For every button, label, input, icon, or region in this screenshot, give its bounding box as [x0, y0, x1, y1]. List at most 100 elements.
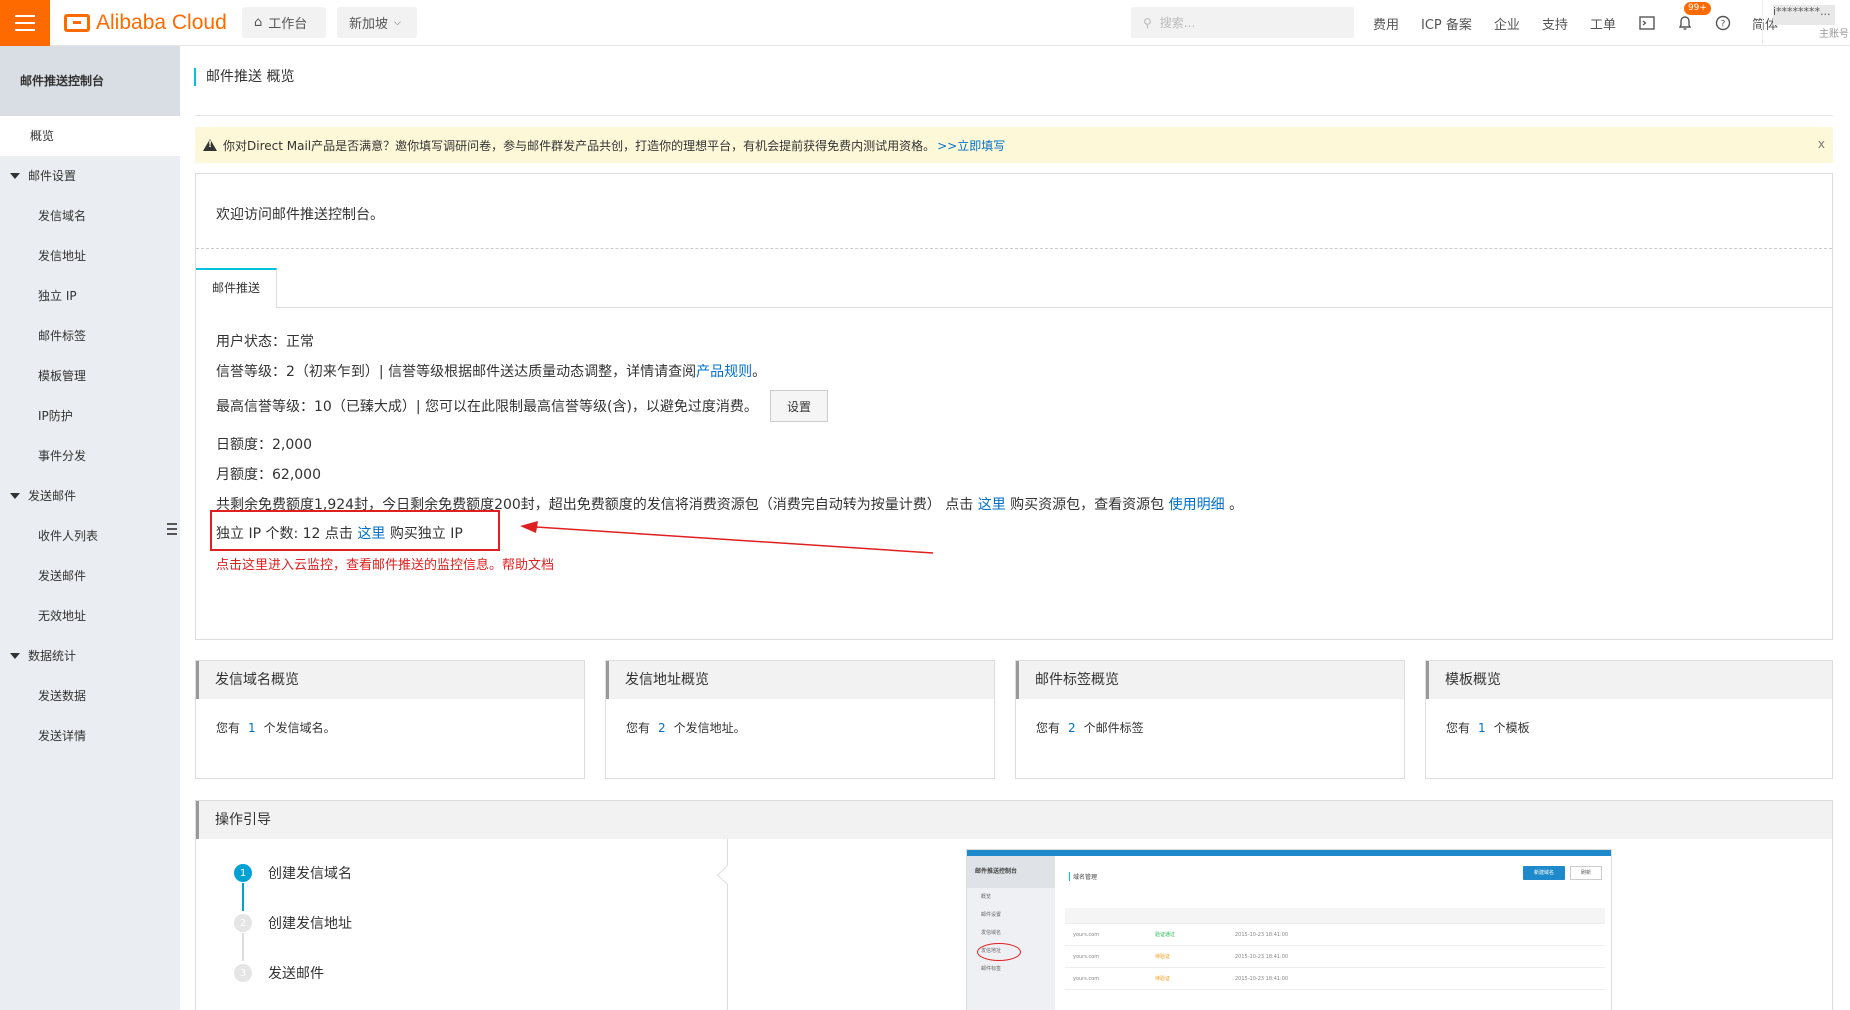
brand-name: Alibaba Cloud — [96, 11, 227, 34]
sidebar-title: 邮件推送控制台 — [0, 46, 180, 116]
top-bar: Alibaba Cloud ⌂ 工作台 新加坡 ⌵ ⚲ 搜索... 费用 ICP… — [0, 0, 1850, 46]
user-menu[interactable]: i********... 主账号 — [1762, 0, 1850, 46]
mini-cell-time: 2015-10-23 18:41:00 — [1235, 931, 1289, 938]
max-reputation-level: 最高信誉等级：10（已臻大成）| 您可以在此限制最高信誉等级(含)，以避免过度消… — [216, 399, 758, 415]
survey-notice: 你对Direct Mail产品是否满意？邀你填写调研问卷，参与邮件群发产品共创，… — [195, 127, 1833, 163]
menu-icon[interactable] — [0, 0, 50, 46]
sidebar-item-sender-domain[interactable]: 发信域名 — [0, 196, 180, 236]
sidebar-group-send-mail[interactable]: 发送邮件 — [0, 476, 180, 516]
card-count-link[interactable]: 1 — [248, 721, 256, 735]
user-name: i********... — [1773, 5, 1835, 25]
sidebar-item-send-mail[interactable]: 发送邮件 — [0, 556, 180, 596]
notification-badge: 99+ — [1683, 2, 1711, 15]
top-link-enterprise[interactable]: 企业 — [1494, 14, 1520, 33]
annotation-arrow — [520, 521, 934, 554]
mini-cell-time: 2015-10-23 18:41:00 — [1235, 953, 1289, 960]
guide-step-3[interactable]: 3 发送邮件 — [234, 963, 324, 983]
set-max-reputation-button[interactable]: 设置 — [770, 390, 828, 422]
step-label: 创建发信域名 — [268, 866, 352, 882]
alibaba-logo-icon — [64, 14, 90, 32]
tab-mail-push[interactable]: 邮件推送 — [196, 268, 277, 308]
monthly-quota: 月额度：62,000 — [216, 467, 321, 483]
home-icon: ⌂ — [254, 15, 263, 30]
sender-address-card: 发信地址概览 您有 2 个发信地址。 — [605, 660, 995, 779]
sidebar-item-sender-address[interactable]: 发信地址 — [0, 236, 180, 276]
mini-cell-domain: yours.com — [1073, 931, 1100, 938]
sidebar-item-templates[interactable]: 模板管理 — [0, 356, 180, 396]
sidebar: 邮件推送控制台 概览 邮件设置 发信域名 发信地址 独立 IP 邮件标签 模板管… — [0, 46, 180, 1010]
card-prefix: 您有 — [1036, 721, 1061, 735]
sidebar-item-ip-protection[interactable]: IP防护 — [0, 396, 180, 436]
step-connector — [242, 883, 244, 911]
card-suffix: 个邮件标签 — [1083, 721, 1144, 735]
top-link-icp[interactable]: ICP 备案 — [1421, 14, 1472, 33]
sidebar-item-recipients[interactable]: 收件人列表 — [0, 516, 180, 556]
mini-table-row: yours.com 待验证 2015-10-23 18:41:00 — [1065, 946, 1605, 968]
mini-cell-status: 验证通过 — [1155, 932, 1176, 938]
terminal-icon[interactable] — [1638, 14, 1656, 32]
card-count-link[interactable]: 2 — [658, 721, 666, 735]
mini-cell-status: 待验证 — [1155, 954, 1171, 960]
survey-link[interactable]: >>立即填写 — [937, 137, 1005, 154]
sidebar-item-dedicated-ip[interactable]: 独立 IP — [0, 276, 180, 316]
step-connector — [242, 933, 244, 961]
sidebar-group-label: 发送邮件 — [28, 489, 77, 503]
mini-cell-domain: yours.com — [1073, 953, 1100, 960]
tab-divider — [277, 307, 1832, 308]
free-quota-end: 。 — [1229, 497, 1244, 513]
sidebar-item-send-details[interactable]: 发送详情 — [0, 716, 180, 756]
card-body: 您有 1 个模板 — [1446, 719, 1530, 736]
buy-dedicated-ip-link[interactable]: 这里 — [357, 526, 385, 542]
mini-sidebar-item: 概览 — [981, 894, 992, 900]
sidebar-group-mail-settings[interactable]: 邮件设置 — [0, 156, 180, 196]
step-label: 发送邮件 — [268, 966, 324, 982]
workspace-button[interactable]: ⌂ 工作台 — [242, 7, 326, 38]
mini-cell-time: 2015-10-23 18:41:00 — [1235, 975, 1289, 982]
sidebar-group-statistics[interactable]: 数据统计 — [0, 636, 180, 676]
top-link-support[interactable]: 支持 — [1542, 14, 1568, 33]
divider — [196, 248, 1832, 249]
mini-sidebar-item: 发信域名 — [981, 930, 1002, 936]
step-label: 创建发信地址 — [268, 916, 352, 932]
guide-step-2[interactable]: 2 创建发信地址 — [234, 913, 352, 933]
buy-resource-pack-link[interactable]: 这里 — [978, 497, 1006, 513]
dedicated-ip-text: 独立 IP 个数: 12 点击 — [216, 526, 353, 542]
mini-topbar — [967, 850, 1611, 856]
card-body: 您有 1 个发信域名。 — [216, 719, 336, 736]
page-title: 邮件推送 概览 — [194, 68, 294, 86]
sidebar-item-event-dispatch[interactable]: 事件分发 — [0, 436, 180, 476]
card-count-link[interactable]: 1 — [1478, 721, 1486, 735]
sidebar-item-send-data[interactable]: 发送数据 — [0, 676, 180, 716]
close-icon[interactable]: x — [1818, 137, 1825, 151]
brand-logo[interactable]: Alibaba Cloud — [64, 10, 227, 36]
guide-step-1[interactable]: 1 创建发信域名 — [234, 863, 352, 883]
sidebar-item-invalid-addresses[interactable]: 无效地址 — [0, 596, 180, 636]
step-number: 2 — [234, 914, 252, 932]
reputation-text: 信誉等级：2（初来乍到）| 信誉等级根据邮件送达质量动态调整，详情请查阅 — [216, 364, 697, 380]
help-icon[interactable]: ? — [1714, 14, 1732, 32]
usage-details-link[interactable]: 使用明细 — [1169, 497, 1225, 513]
search-icon: ⚲ — [1143, 15, 1152, 30]
card-count-link[interactable]: 2 — [1068, 721, 1076, 735]
sidebar-item-mail-tags[interactable]: 邮件标签 — [0, 316, 180, 356]
mini-table-head — [1065, 908, 1605, 924]
sidebar-item-overview[interactable]: 概览 — [0, 116, 180, 156]
search-input[interactable]: ⚲ 搜索... — [1131, 7, 1354, 38]
card-body: 您有 2 个发信地址。 — [626, 719, 746, 736]
top-link-ticket[interactable]: 工单 — [1590, 14, 1616, 33]
daily-quota: 日额度：2,000 — [216, 437, 313, 453]
reputation-level: 信誉等级：2（初来乍到）| 信誉等级根据邮件送达质量动态调整，详情请查阅产品规则… — [216, 361, 766, 381]
bell-icon[interactable]: 99+ — [1676, 2, 1711, 32]
cloud-monitor-link[interactable]: 点击这里进入云监控，查看邮件推送的监控信息。帮助文档 — [216, 554, 554, 573]
mini-cell-status: 待验证 — [1155, 976, 1171, 982]
sidebar-collapse-icon[interactable] — [167, 520, 179, 538]
card-prefix: 您有 — [216, 721, 241, 735]
top-links: 费用 ICP 备案 企业 支持 工单 99+ ? 简体 — [1373, 0, 1800, 46]
card-suffix: 个模板 — [1493, 721, 1530, 735]
region-selector[interactable]: 新加坡 ⌵ — [337, 7, 417, 38]
overview-panel: 欢迎访问邮件推送控制台。 邮件推送 用户状态：正常 信誉等级：2（初来乍到）| … — [195, 173, 1833, 640]
top-link-fees[interactable]: 费用 — [1373, 14, 1399, 33]
mini-page-title: 域名管理 — [1069, 872, 1097, 881]
product-rules-link[interactable]: 产品规则 — [696, 364, 752, 380]
caret-down-icon — [10, 653, 20, 659]
